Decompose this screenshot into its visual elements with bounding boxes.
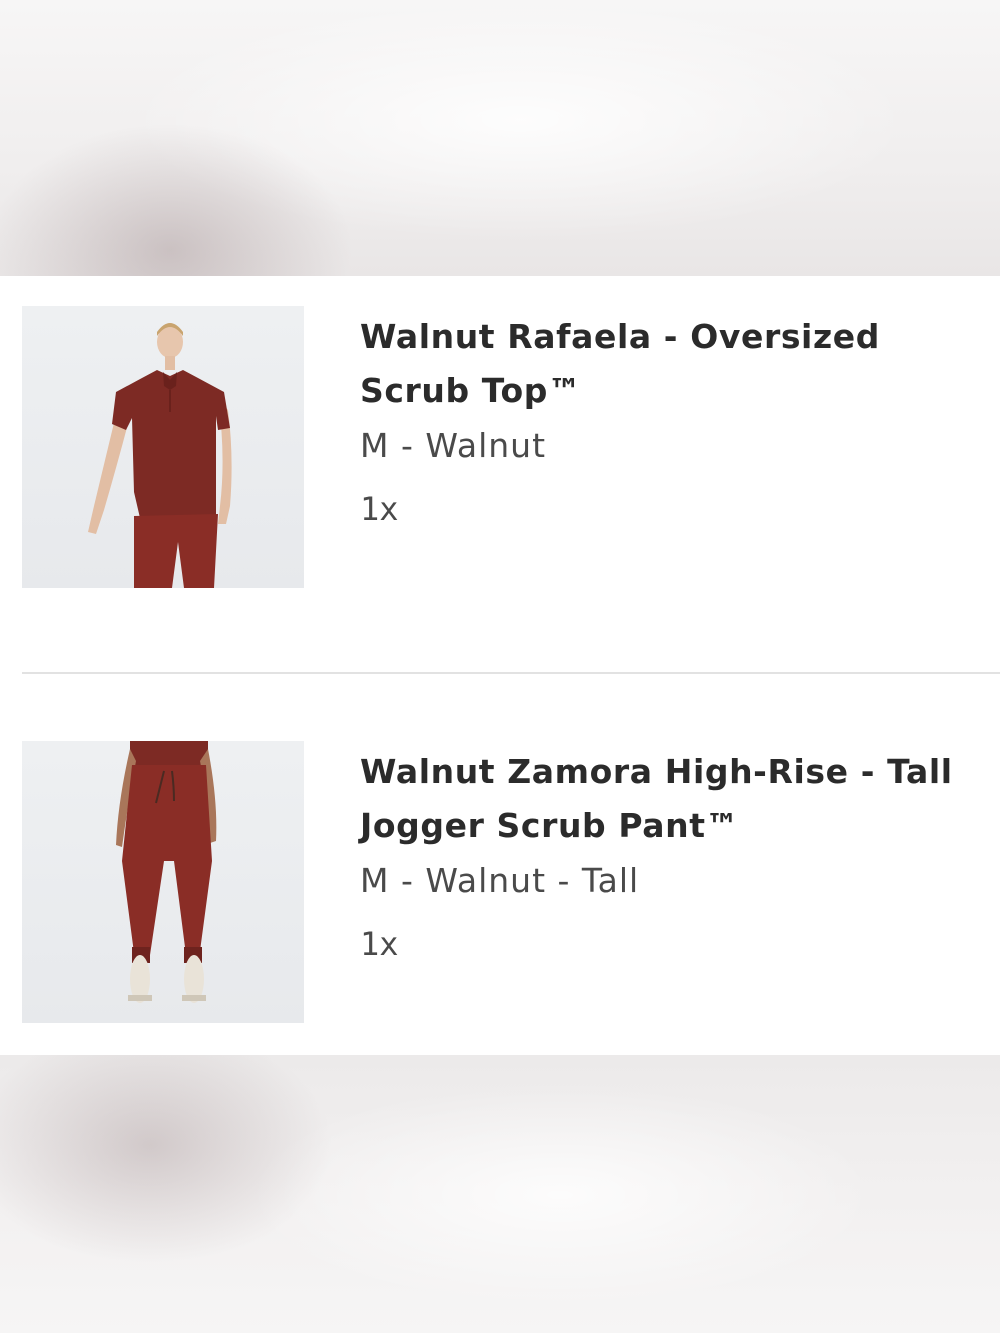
product-variant: M - Walnut - Tall xyxy=(360,861,640,900)
product-image-jogger-pant[interactable] xyxy=(22,741,304,1023)
product-title-line2[interactable]: Scrub Top™ xyxy=(360,364,980,418)
jogger-pant-photo xyxy=(116,741,217,1003)
order-item[interactable]: Walnut Zamora High-Rise - Tall Jogger Sc… xyxy=(0,741,1000,1023)
product-title-line1[interactable]: Walnut Rafaela - Oversized xyxy=(360,310,980,364)
item-divider xyxy=(22,672,1000,674)
order-item[interactable]: Walnut Rafaela - Oversized Scrub Top™ M … xyxy=(0,306,1000,588)
blurred-background-bottom xyxy=(0,1055,1000,1333)
product-title-line2[interactable]: Jogger Scrub Pant™ xyxy=(360,799,980,853)
product-image-scrub-top[interactable] xyxy=(22,306,304,588)
order-items-card: Walnut Rafaela - Oversized Scrub Top™ M … xyxy=(0,276,1000,1055)
product-title-line1[interactable]: Walnut Zamora High-Rise - Tall xyxy=(360,745,980,799)
product-variant: M - Walnut xyxy=(360,426,547,465)
blurred-background-top xyxy=(0,0,1000,276)
product-info: Walnut Zamora High-Rise - Tall Jogger Sc… xyxy=(360,745,980,979)
product-quantity: 1x xyxy=(360,490,399,528)
scrub-top-photo xyxy=(88,323,232,588)
product-quantity: 1x xyxy=(360,925,399,963)
product-info: Walnut Rafaela - Oversized Scrub Top™ M … xyxy=(360,310,980,544)
